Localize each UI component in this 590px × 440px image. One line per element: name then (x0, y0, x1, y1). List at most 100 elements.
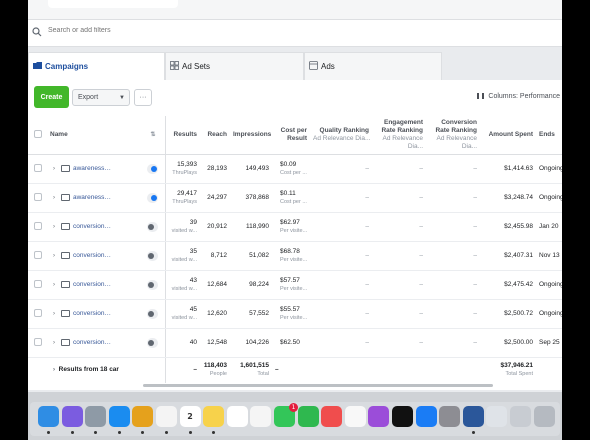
results-value: 39 (189, 218, 197, 226)
preview-icon[interactable] (486, 406, 508, 427)
impressions-cell: 98,224 (230, 270, 272, 300)
column-header-cost-per-result[interactable]: Cost per Result (272, 116, 310, 155)
column-header-reach[interactable]: Reach (200, 116, 230, 155)
reminders-icon[interactable] (226, 406, 248, 427)
quality-ranking-cell: – (310, 328, 372, 358)
table-row[interactable]: › conversions... 45 visited w... 12,620 57,55… (28, 299, 562, 329)
notes-icon[interactable] (203, 406, 225, 427)
messages-icon[interactable]: 1 (274, 403, 298, 427)
totals-amount-sub: Total Spent (505, 371, 533, 378)
podcasts-icon[interactable] (368, 406, 390, 427)
column-header-impressions[interactable]: Impressions (230, 116, 272, 155)
row-checkbox[interactable] (34, 338, 42, 347)
campaign-name-cell: › conversions... (50, 212, 166, 242)
ends-cell: Nov 13 (536, 241, 562, 271)
siri-icon[interactable] (61, 406, 83, 427)
create-button[interactable]: Create (34, 86, 69, 108)
campaign-name-link[interactable]: conversions... (73, 252, 113, 260)
select-all-checkbox[interactable] (34, 130, 42, 139)
chevron-right-icon[interactable]: › (53, 281, 55, 289)
system-preferences-icon[interactable] (439, 406, 461, 427)
horizontal-scrollbar[interactable] (143, 384, 493, 387)
table-row[interactable]: › conversions... 40 12,548 104,226 $62.50– – – $… (28, 328, 562, 358)
results-value: 45 (189, 305, 197, 313)
engagement-ranking-cell: – (372, 299, 426, 329)
finder-icon[interactable] (38, 406, 59, 427)
tab-ad-sets[interactable]: Ad Sets (165, 52, 304, 80)
row-checkbox[interactable] (34, 193, 42, 202)
photos-icon[interactable] (250, 406, 272, 427)
calendar-icon[interactable]: 2 (179, 406, 201, 427)
table-row[interactable]: › awareness_... 15,393 ThruPlays 28,193 149,4… (28, 154, 562, 184)
chrome-icon[interactable] (132, 406, 154, 427)
column-header-name[interactable]: Name ⇅ (50, 116, 166, 155)
column-header-results[interactable]: Results (165, 116, 200, 155)
facetime-icon[interactable] (297, 406, 319, 427)
table-row[interactable]: › conversions... 35 visited w... 8,712 51,082… (28, 241, 562, 271)
campaign-name-link[interactable]: awareness_... (73, 165, 113, 173)
totals-impressions-value: 1,601,515 (240, 362, 269, 370)
reach-cell: 20,912 (200, 212, 230, 242)
sort-icon[interactable]: ⇅ (150, 131, 155, 139)
search-input[interactable] (48, 27, 348, 34)
campaign-toggle[interactable] (146, 192, 158, 203)
campaign-toggle[interactable] (146, 250, 158, 261)
campaign-toggle[interactable] (146, 308, 158, 319)
more-options-button[interactable]: ··· (134, 89, 152, 106)
browser-tab-stub[interactable] (48, 0, 178, 8)
chevron-right-icon[interactable]: › (53, 223, 55, 231)
row-checkbox[interactable] (34, 251, 42, 260)
campaign-name-link[interactable]: conversions... (73, 310, 113, 318)
campaign-name-link[interactable]: conversions... (73, 339, 113, 347)
news-icon[interactable] (321, 406, 343, 427)
campaign-toggle[interactable] (146, 279, 158, 290)
campaign-toggle[interactable] (146, 221, 158, 232)
columns-selector[interactable]: Columns: Performance (477, 93, 560, 100)
campaign-name-link[interactable]: conversions... (73, 223, 113, 231)
results-value: 35 (189, 247, 197, 255)
table-row[interactable]: › conversions... 43 visited w... 12,684 98,22… (28, 270, 562, 300)
apple-tv-icon[interactable] (392, 406, 413, 427)
campaign-name-link[interactable]: conversions... (73, 281, 113, 289)
column-header-ends[interactable]: Ends (536, 116, 562, 155)
row-checkbox[interactable] (34, 280, 42, 289)
results-cell: 39 visited w... (165, 212, 200, 242)
row-checkbox[interactable] (34, 164, 42, 173)
columns-icon (477, 93, 485, 100)
tab-ads[interactable]: Ads (304, 52, 442, 80)
tab-campaigns[interactable]: Campaigns (28, 52, 165, 80)
photos-app-icon[interactable] (156, 406, 177, 427)
safari-icon[interactable] (108, 406, 130, 427)
export-button[interactable]: Export ▼ (72, 89, 130, 106)
chevron-right-icon[interactable]: › (53, 252, 55, 260)
launchpad-icon[interactable] (85, 406, 107, 427)
column-header-engagement-ranking[interactable]: Engagement Rate Ranking Ad Relevance Dia.… (372, 116, 426, 155)
table-row[interactable]: › conversions... 39 visited w... 20,912 118,9… (28, 212, 562, 242)
trash-icon[interactable] (533, 406, 555, 427)
row-checkbox[interactable] (34, 309, 42, 318)
campaign-toggle[interactable] (146, 337, 158, 348)
campaign-toggle[interactable] (146, 163, 158, 174)
disk-icon[interactable] (510, 406, 531, 427)
row-checkbox[interactable] (34, 222, 42, 231)
table-row[interactable]: › awareness_... 29,417 ThruPlays 24,297 378,8… (28, 183, 562, 213)
music-icon[interactable] (344, 406, 366, 427)
chevron-right-icon[interactable]: › (53, 194, 55, 202)
campaign-name-link[interactable]: awareness_... (73, 194, 113, 202)
folder-icon (61, 338, 70, 346)
word-icon[interactable] (462, 406, 484, 427)
column-header-quality-ranking[interactable]: Quality Ranking Ad Relevance Dia... (310, 116, 372, 155)
column-header-conversion-ranking[interactable]: Conversion Rate Ranking Ad Relevance Dia.… (426, 116, 480, 155)
cost-value: $62.50 (280, 338, 300, 346)
chevron-right-icon[interactable]: › (53, 310, 55, 318)
chevron-right-icon[interactable]: › (53, 339, 55, 347)
app-store-icon[interactable] (415, 406, 437, 427)
totals-impressions-sub: Total (257, 371, 269, 378)
column-header-amount-spent[interactable]: Amount Spent (480, 116, 536, 155)
window-top-bar (28, 0, 562, 20)
toggle-knob (147, 252, 154, 259)
toggle-knob (147, 223, 154, 230)
ends-cell: Ongoing (536, 154, 562, 184)
chevron-right-icon[interactable]: › (53, 165, 55, 173)
results-type: ThruPlays (172, 198, 197, 205)
